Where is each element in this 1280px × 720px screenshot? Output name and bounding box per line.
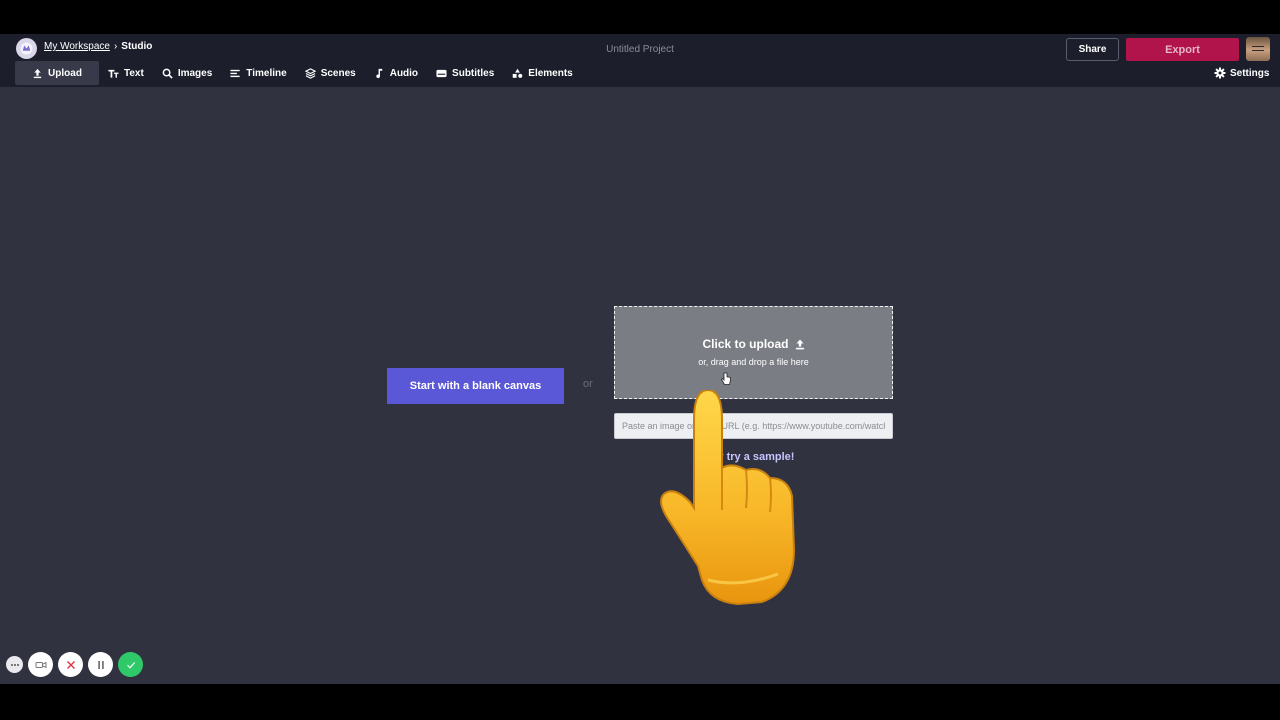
share-button[interactable]: Share <box>1066 38 1119 61</box>
hand-cursor-icon <box>720 372 731 385</box>
more-icon <box>10 663 19 666</box>
breadcrumb-workspace-link[interactable]: My Workspace <box>44 41 110 52</box>
tool-upload[interactable]: Upload <box>15 61 99 85</box>
upload-icon <box>33 68 42 78</box>
tool-audio-label: Audio <box>389 67 419 79</box>
letterbox-top <box>0 0 1280 34</box>
breadcrumb-current: Studio <box>121 41 153 52</box>
recorder-controls <box>6 652 143 677</box>
upload-title: Click to upload <box>615 337 892 351</box>
subtitles-icon <box>436 69 447 77</box>
tool-scenes[interactable]: Scenes <box>296 61 365 85</box>
upload-dropzone[interactable]: Click to upload or, drag and drop a file… <box>614 306 893 399</box>
tool-subtitles-label: Subtitles <box>452 67 495 79</box>
music-note-icon <box>376 68 382 78</box>
project-title[interactable]: Untitled Project <box>540 44 740 55</box>
settings-button[interactable]: Settings <box>1214 67 1269 79</box>
tool-subtitles[interactable]: Subtitles <box>427 61 503 85</box>
shapes-icon <box>513 68 523 78</box>
timeline-icon <box>230 69 240 77</box>
export-button[interactable]: Export <box>1126 38 1239 61</box>
recorder-camera-button[interactable] <box>28 652 53 677</box>
tool-elements-label: Elements <box>528 67 573 79</box>
text-icon <box>108 69 119 78</box>
settings-label: Settings <box>1230 67 1270 79</box>
tool-audio[interactable]: Audio <box>365 61 427 85</box>
pause-icon <box>97 660 104 669</box>
gear-icon <box>1214 67 1226 79</box>
close-icon <box>66 660 75 669</box>
search-icon <box>162 68 173 79</box>
tool-images-label: Images <box>177 67 213 79</box>
top-bar: My Workspace › Studio Untitled Project S… <box>0 34 1280 87</box>
recorder-pause-button[interactable] <box>88 652 113 677</box>
blank-canvas-button[interactable]: Start with a blank canvas <box>387 368 564 404</box>
check-icon <box>126 661 135 669</box>
layers-icon <box>304 67 316 79</box>
toolbar: Upload Text Images Timeline Scenes Audio <box>15 61 582 85</box>
recorder-more-button[interactable] <box>6 656 23 673</box>
upload-title-text: Click to upload <box>702 337 789 351</box>
try-sample-link[interactable]: or try a sample! <box>614 451 893 463</box>
tool-text-label: Text <box>124 67 144 79</box>
tool-timeline-label: Timeline <box>246 67 287 79</box>
media-url-input[interactable] <box>614 413 893 439</box>
tool-text[interactable]: Text <box>99 61 153 85</box>
recorder-finish-button[interactable] <box>118 652 143 677</box>
tool-timeline[interactable]: Timeline <box>221 61 295 85</box>
breadcrumb: My Workspace › Studio <box>44 41 152 52</box>
tool-images[interactable]: Images <box>153 61 221 85</box>
camera-icon <box>35 661 46 668</box>
upload-arrow-icon <box>795 339 804 349</box>
tool-scenes-label: Scenes <box>320 67 356 79</box>
recorder-cancel-button[interactable] <box>58 652 83 677</box>
upload-subtitle: or, drag and drop a file here <box>698 357 809 367</box>
user-avatar[interactable] <box>1246 37 1270 61</box>
or-separator: or <box>583 378 593 390</box>
tool-elements[interactable]: Elements <box>503 61 581 85</box>
letterbox-bottom <box>0 684 1280 720</box>
app-window: My Workspace › Studio Untitled Project S… <box>0 34 1280 684</box>
workspace-logo-icon[interactable] <box>16 38 37 59</box>
tool-upload-label: Upload <box>48 67 82 79</box>
breadcrumb-separator: › <box>113 41 118 52</box>
